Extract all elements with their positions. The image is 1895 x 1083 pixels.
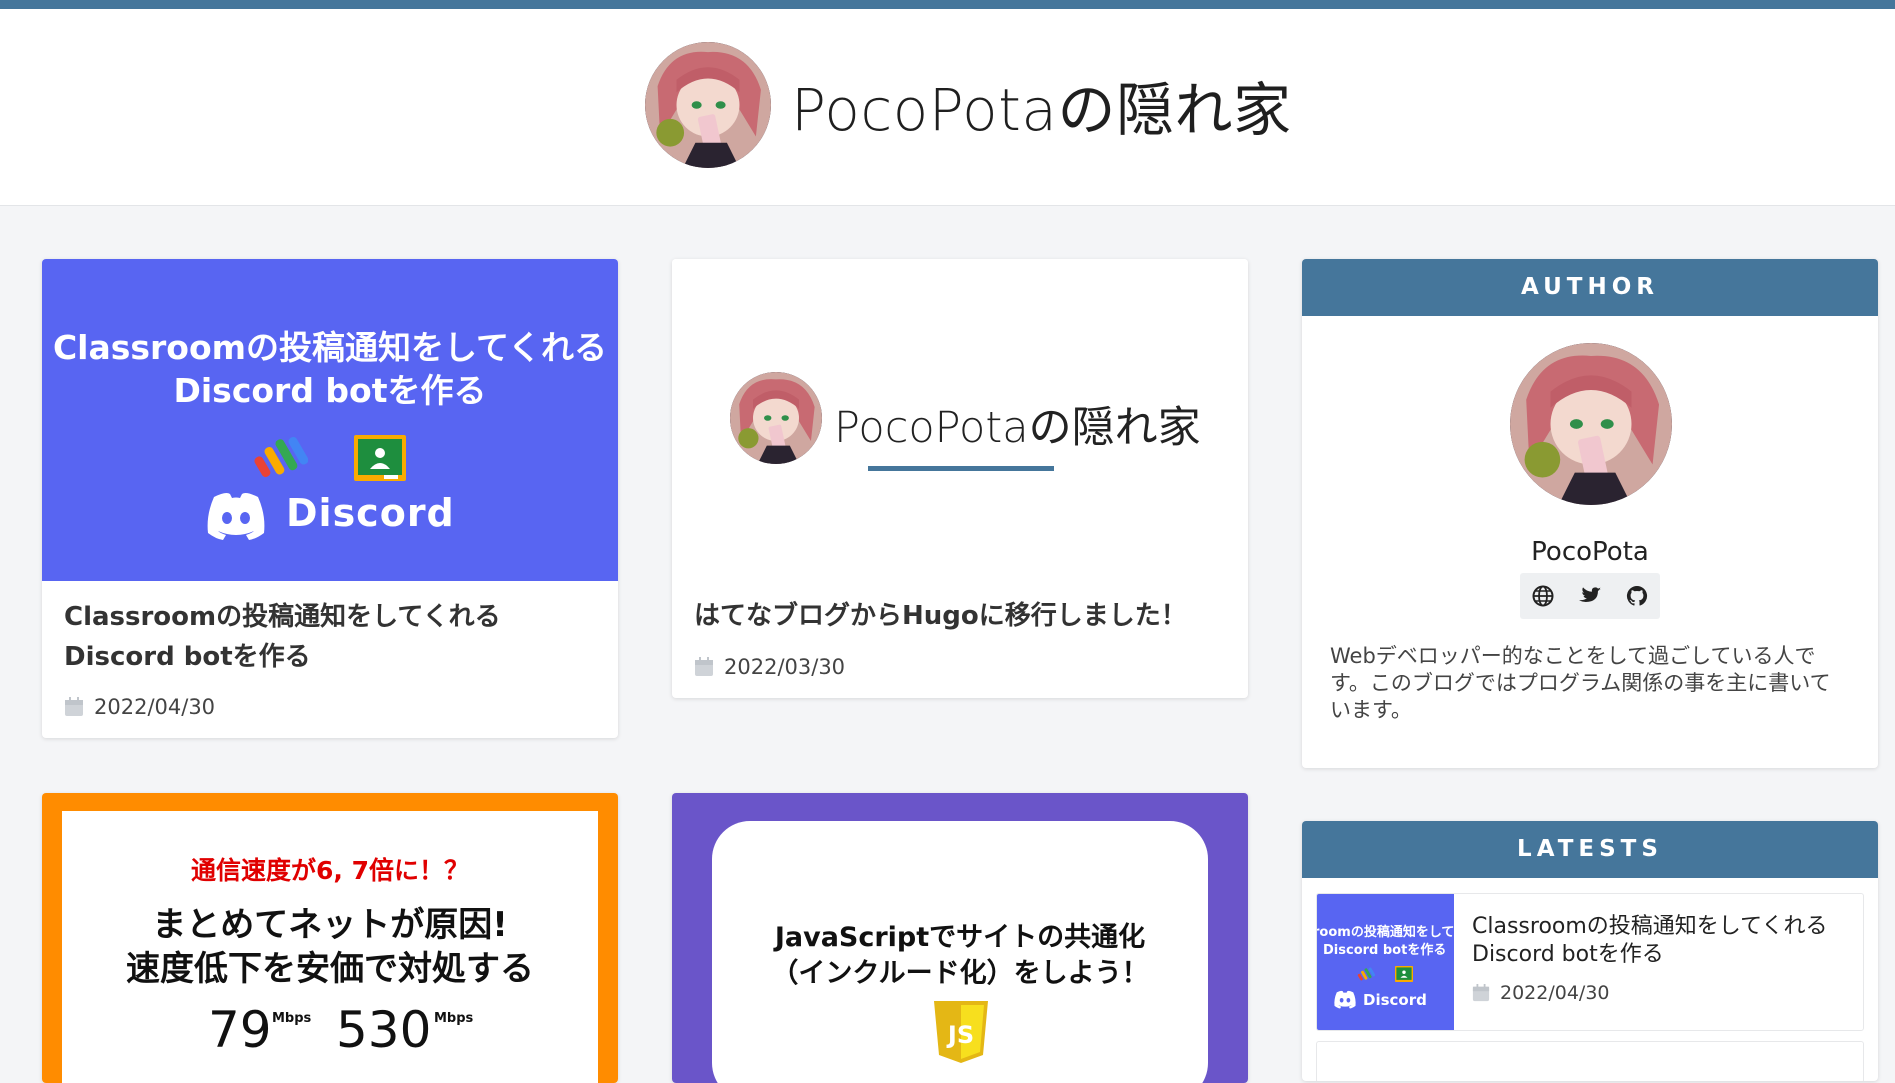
- post-thumbnail[interactable]: 通信速度が6, 7倍に！？ まとめてネットが原因! 速度低下を安価で対処する 7…: [42, 793, 618, 1083]
- discord-wordmark: Discord: [1363, 991, 1427, 1009]
- top-accent-bar: [0, 0, 1895, 9]
- site-brand-link[interactable]: PocoPotaの隠れ家: [645, 42, 1291, 168]
- thumbnail-title-line: 速度低下を安価で対処する: [126, 949, 534, 989]
- discord-logo-icon: [1334, 990, 1356, 1009]
- classroom-icon: [354, 435, 406, 481]
- post-card[interactable]: 通信速度が6, 7倍に！？ まとめてネットが原因! 速度低下を安価で対処する 7…: [42, 793, 618, 1083]
- thumbnail-title-line: JavaScriptでサイトの共通化: [774, 922, 1146, 953]
- site-header: PocoPotaの隠れ家: [0, 9, 1895, 206]
- post-card[interactable]: JavaScriptでサイトの共通化 （インクルード化）をしよう！ JS: [672, 793, 1248, 1083]
- speed-value: 530: [336, 1001, 431, 1059]
- thumbnail-title-line: （インクルード化）をしよう！: [771, 958, 1149, 989]
- thumbnail-underline: [868, 466, 1054, 471]
- javascript-logo-text: JS: [946, 1021, 974, 1049]
- author-widget: AUTHOR PocoPota Webデベロッパー的なことをして過ごしている人で…: [1302, 259, 1878, 768]
- author-avatar: [1510, 343, 1672, 505]
- post-thumbnail[interactable]: PocoPotaの隠れ家: [672, 259, 1248, 581]
- thumbnail-site-title: PocoPotaの隠れ家: [834, 403, 1201, 453]
- social-links: [1520, 573, 1660, 619]
- latest-post-date: 2022/04/30: [1472, 982, 1610, 1004]
- thumbnail-title-line: まとめてネットが原因!: [152, 905, 508, 945]
- site-avatar: [645, 42, 771, 168]
- thumbnail-title-line: 通信速度が6, 7倍に！？: [191, 856, 469, 885]
- post-thumbnail[interactable]: JavaScriptでサイトの共通化 （インクルード化）をしよう！ JS: [672, 793, 1248, 1083]
- latest-post-thumbnail[interactable]: roomの投稿通知をして Discord botを作る Discord: [1317, 894, 1454, 1030]
- post-title-link[interactable]: Classroomの投稿通知をしてくれるDiscord botを作る: [64, 597, 596, 677]
- post-date: 2022/03/30: [694, 655, 845, 679]
- apps-script-icon: [1357, 967, 1375, 981]
- thumbnail-inner-panel: 通信速度が6, 7倍に！？ まとめてネットが原因! 速度低下を安価で対処する 7…: [62, 811, 598, 1083]
- discord-logo-icon: [207, 493, 265, 540]
- post-date: 2022/04/30: [64, 695, 215, 719]
- globe-icon[interactable]: [1530, 583, 1556, 609]
- github-icon[interactable]: [1624, 583, 1650, 609]
- latest-post-date-text: 2022/04/30: [1500, 982, 1610, 1004]
- thumbnail-title-line: Discord botを作る: [1323, 943, 1447, 958]
- thumbnail-title-line: Classroomの投稿通知をしてくれる: [52, 328, 608, 367]
- post-card[interactable]: Classroomの投稿通知をしてくれる Discord botを作る Disc…: [42, 259, 618, 738]
- post-date-text: 2022/04/30: [94, 695, 216, 719]
- site-title: PocoPotaの隠れ家: [791, 76, 1292, 144]
- author-bio: Webデベロッパー的なことをして過ごしている人です。このブログではプログラム関係…: [1330, 644, 1831, 722]
- twitter-icon[interactable]: [1577, 583, 1603, 609]
- calendar-icon: [1472, 984, 1490, 1002]
- post-card[interactable]: PocoPotaの隠れ家 はてなブログからHugoに移行しました！ 2022/0…: [672, 259, 1248, 698]
- post-title-link[interactable]: はてなブログからHugoに移行しました！: [694, 596, 1226, 636]
- thumbnail-inner-panel: JavaScriptでサイトの共通化 （インクルード化）をしよう！ JS: [712, 821, 1208, 1083]
- latests-widget: LATESTS roomの投稿通知をして Discord botを作る Disc…: [1302, 821, 1878, 1081]
- latest-post-title-link[interactable]: Classroomの投稿通知をしてくれるDiscord botを作る: [1472, 913, 1849, 969]
- post-date-text: 2022/03/30: [724, 655, 846, 679]
- speed-value: 79: [208, 1001, 272, 1059]
- author-widget-heading: AUTHOR: [1302, 259, 1878, 316]
- post-thumbnail[interactable]: Classroomの投稿通知をしてくれる Discord botを作る Disc…: [42, 259, 618, 581]
- apps-script-icon: [254, 436, 308, 478]
- speed-number: 79: [208, 1001, 272, 1059]
- speed-unit: Mbps: [434, 1011, 474, 1026]
- thumbnail-title-line: Discord botを作る: [173, 371, 487, 410]
- calendar-icon: [65, 697, 83, 716]
- latests-widget-heading: LATESTS: [1302, 821, 1878, 878]
- speed-unit: Mbps: [272, 1011, 312, 1026]
- latest-post-item[interactable]: [1316, 1041, 1864, 1081]
- thumbnail-title-line: roomの投稿通知をして: [1317, 925, 1454, 940]
- calendar-icon: [695, 657, 713, 676]
- site-avatar: [730, 372, 822, 464]
- author-name: PocoPota: [1531, 537, 1649, 567]
- speed-number: 530: [336, 1001, 432, 1059]
- classroom-icon: [1395, 966, 1413, 982]
- latest-post-item[interactable]: roomの投稿通知をして Discord botを作る Discord Clas…: [1316, 893, 1864, 1031]
- javascript-shield-icon: JS: [934, 1001, 988, 1063]
- discord-wordmark: Discord: [286, 491, 455, 535]
